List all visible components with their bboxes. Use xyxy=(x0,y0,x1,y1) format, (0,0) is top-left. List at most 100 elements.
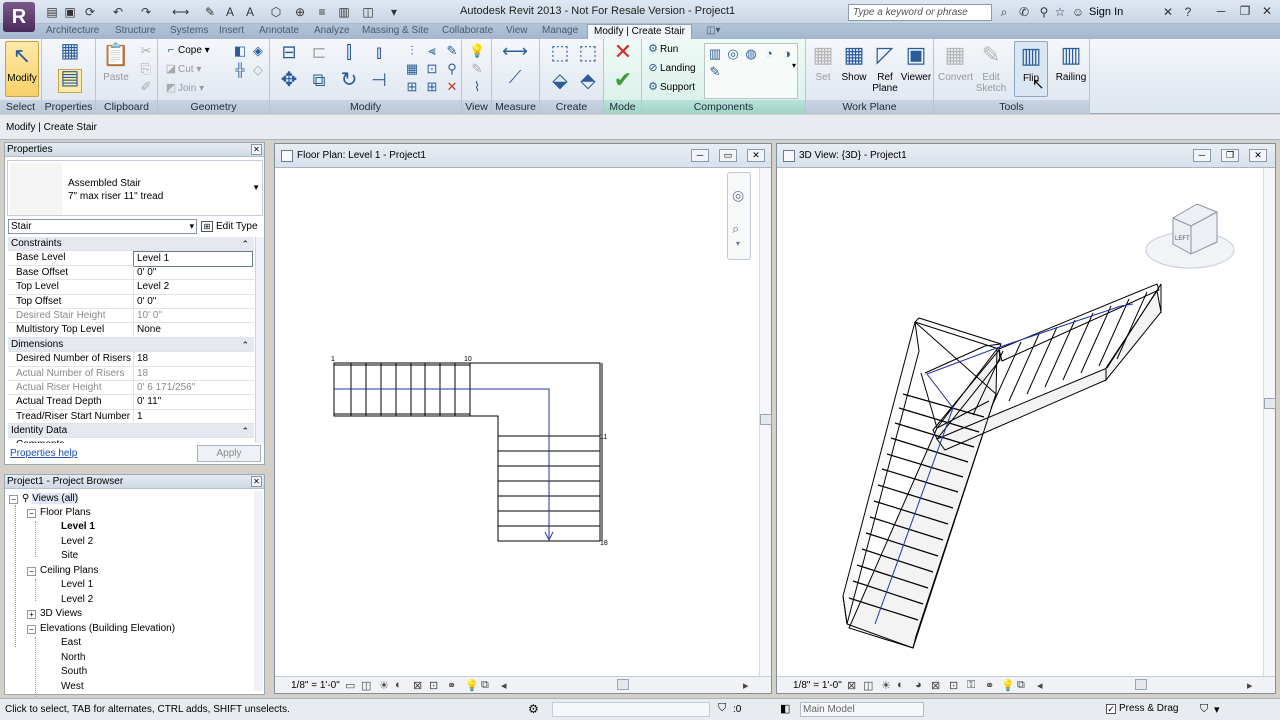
tree-elevations[interactable]: − Elevations (Building Elevation) xyxy=(27,622,175,635)
tree-elevation-south[interactable]: South xyxy=(61,665,87,678)
scroll-right-icon[interactable]: ▸ xyxy=(743,679,749,692)
create-sketch-icon[interactable]: ✎ xyxy=(707,64,723,80)
property-row[interactable]: Top Level Level 2 xyxy=(8,280,254,295)
exchange-apps-icon[interactable]: ✕ xyxy=(1160,4,1176,20)
finish-edit-icon[interactable]: ✔ xyxy=(612,69,634,96)
view-scale[interactable]: 1/8" = 1'-0" xyxy=(291,680,340,691)
minimize-icon[interactable]: ─ xyxy=(691,149,709,162)
maximize-icon[interactable]: ▭ xyxy=(719,149,737,162)
tree-ceiling-plans[interactable]: − Ceiling Plans xyxy=(27,564,98,577)
property-row[interactable]: Actual Number of Risers 18 xyxy=(8,366,254,381)
reveal-hidden-icon[interactable]: 💡 xyxy=(465,679,479,692)
tab-modify-create-stair[interactable]: Modify | Create Stair xyxy=(587,24,692,39)
array-icon[interactable]: ▦ xyxy=(404,61,420,77)
favorites-icon[interactable]: ☆ xyxy=(1052,4,1068,20)
filter-funnel-icon[interactable]: ⛉ xyxy=(1200,703,1208,716)
trim-extend-icon[interactable]: ⊣ xyxy=(368,71,390,94)
hide-in-view-icon[interactable]: 💡 xyxy=(469,43,485,59)
instance-filter-combo[interactable]: Stair xyxy=(8,219,197,234)
landing-button[interactable]: ⊘ Landing xyxy=(646,61,695,76)
trim-single-icon[interactable]: ⊞ xyxy=(404,79,420,95)
match-properties-icon[interactable]: ✐ xyxy=(138,79,154,95)
tab-structure[interactable]: Structure xyxy=(115,25,156,36)
scroll-right-icon[interactable]: ▸ xyxy=(1247,679,1253,692)
application-menu-button[interactable]: R xyxy=(3,2,35,32)
scroll-left-icon[interactable]: ◂ xyxy=(501,679,507,692)
project-browser-header[interactable]: Project1 - Project Browser ✕ xyxy=(5,475,264,489)
remove-paint-icon[interactable]: ◇ xyxy=(250,62,266,78)
sun-path-icon[interactable]: ☀ xyxy=(379,679,389,692)
collapse-icon[interactable]: − xyxy=(27,567,36,576)
close-icon[interactable]: ✕ xyxy=(251,144,262,155)
close-icon[interactable]: ✕ xyxy=(1258,3,1276,19)
switch-windows-icon[interactable]: ◫ xyxy=(360,4,376,20)
minimize-icon[interactable]: ─ xyxy=(1193,149,1211,162)
ribbon-minimize-icon[interactable]: ◫▾ xyxy=(706,25,720,36)
tab-analyze[interactable]: Analyze xyxy=(314,25,350,36)
viewer-button[interactable]: ▣ Viewer xyxy=(899,41,933,97)
floor-plan-canvas[interactable]: 1 10 11 18 xyxy=(275,168,759,676)
unpin-icon[interactable]: ✎ xyxy=(444,43,460,59)
collapse-icon[interactable]: − xyxy=(27,625,36,634)
support-button[interactable]: ⚙ Support xyxy=(646,80,695,95)
gallery-scroll-icon[interactable]: ▾ xyxy=(792,61,796,70)
subscription-center-icon[interactable]: ✆ xyxy=(1016,4,1032,20)
panel-select-label[interactable]: Select xyxy=(0,100,41,114)
sync-icon[interactable]: ⟳ xyxy=(82,4,98,20)
tree-ceiling-plan-level-1[interactable]: Level 1 xyxy=(61,578,93,591)
properties-palette-icon[interactable]: ▤ xyxy=(58,68,82,93)
scroll-thumb[interactable] xyxy=(760,414,772,425)
undo-icon[interactable]: ↶ xyxy=(110,4,126,20)
property-row[interactable]: Desired Number of Risers 18 xyxy=(8,352,254,367)
filter-icon[interactable]: ⛉ xyxy=(718,702,726,715)
tab-view[interactable]: View xyxy=(506,25,528,36)
project-browser-scrollbar[interactable] xyxy=(254,491,263,691)
mirror-draw-axis-icon[interactable]: ⫾ xyxy=(368,43,390,66)
cope-button[interactable]: ⌐ Cope ▾ xyxy=(164,43,210,58)
property-value[interactable]: None xyxy=(133,323,253,338)
properties-help-link[interactable]: Properties help xyxy=(10,448,77,459)
set-workplane-button[interactable]: ▦ Set xyxy=(806,41,840,97)
property-group-header[interactable]: Constraints xyxy=(8,237,254,252)
cut-icon[interactable]: ✂ xyxy=(138,43,154,59)
property-group-header[interactable]: Dimensions xyxy=(8,337,254,353)
chevron-down-icon[interactable]: ▾ xyxy=(1214,703,1220,716)
close-icon[interactable]: ✕ xyxy=(1249,149,1267,162)
properties-header[interactable]: Properties ✕ xyxy=(5,143,264,157)
floor-plan-vertical-scrollbar[interactable] xyxy=(759,168,772,676)
tab-annotate[interactable]: Annotate xyxy=(259,25,299,36)
tab-manage[interactable]: Manage xyxy=(542,25,578,36)
expand-icon[interactable]: + xyxy=(27,610,36,619)
scroll-thumb[interactable] xyxy=(1264,398,1276,409)
3d-canvas[interactable]: LEFT xyxy=(777,168,1263,676)
mirror-pick-axis-icon[interactable]: ⫿ xyxy=(338,43,360,66)
paint-icon[interactable]: ◈ xyxy=(250,43,266,59)
rotate-icon[interactable]: ↻ xyxy=(338,70,360,94)
property-value[interactable]: 0' 0" xyxy=(133,294,253,309)
split-element-icon[interactable]: ⫶ xyxy=(404,43,420,59)
collapse-icon[interactable]: − xyxy=(27,509,36,518)
restore-icon[interactable]: ❐ xyxy=(1221,149,1239,162)
properties-scrollbar[interactable] xyxy=(255,237,264,443)
show-crop-icon[interactable]: ⊡ xyxy=(949,679,958,692)
split-gap-icon[interactable]: ⫷ xyxy=(424,43,440,59)
infocenter-search-input[interactable]: Type a keyword or phrase xyxy=(848,4,992,21)
tree-elevation-west[interactable]: West xyxy=(61,680,84,693)
measure-icon[interactable]: ⟷ xyxy=(172,4,189,20)
property-row[interactable]: Actual Riser Height 0' 6 171/256" xyxy=(8,380,254,396)
design-option-combo[interactable]: Main Model xyxy=(800,702,924,717)
search-icon[interactable]: ⌕ xyxy=(996,4,1012,20)
3d-view-vertical-scrollbar[interactable] xyxy=(1263,168,1276,676)
default-3d-view-icon[interactable]: ⬡ xyxy=(268,4,284,20)
show-crop-icon[interactable]: ⊡ xyxy=(429,679,438,692)
aligned-dimension-icon[interactable]: ⟋ xyxy=(500,68,530,93)
section-icon[interactable]: ⊕ xyxy=(292,4,308,20)
railing-button[interactable]: ▥ Railing xyxy=(1054,41,1088,97)
property-value[interactable]: 18 xyxy=(133,352,253,367)
copy-icon[interactable]: ⎘ xyxy=(138,61,154,77)
cancel-edit-icon[interactable]: ✕ xyxy=(612,41,634,68)
wall-joins-icon[interactable]: ╬ xyxy=(232,62,248,78)
property-row[interactable]: Base Offset 0' 0" xyxy=(8,265,254,281)
horizontal-scroll-thumb[interactable] xyxy=(617,679,629,690)
open-icon[interactable]: ▤ xyxy=(44,4,60,20)
